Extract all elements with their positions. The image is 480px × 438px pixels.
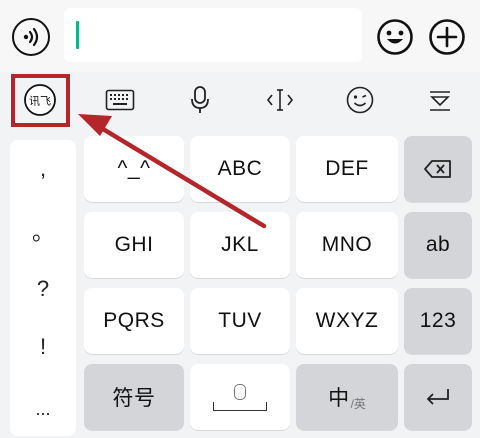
annotation-arrow — [78, 114, 267, 229]
